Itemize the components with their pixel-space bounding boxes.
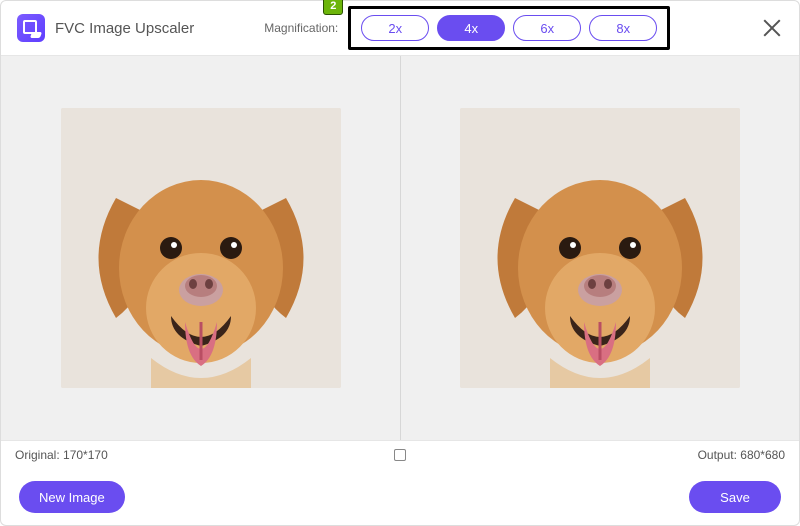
original-label: Original:: [15, 448, 60, 462]
output-size-label: Output: 680*680: [698, 448, 785, 462]
header-bar: FVC Image Upscaler Magnification: 2 2x 4…: [1, 1, 799, 55]
magnification-group: 2 2x 4x 6x 8x: [348, 6, 670, 50]
dog-image-icon: [460, 108, 740, 388]
dog-image-icon: [61, 108, 341, 388]
output-value: 680*680: [740, 448, 785, 462]
output-image: [460, 108, 740, 388]
original-image: [61, 108, 341, 388]
original-pane: [1, 56, 400, 440]
link-checkbox-icon[interactable]: [394, 449, 406, 461]
preview-area: [1, 55, 799, 441]
magnification-8x-button[interactable]: 8x: [589, 15, 657, 41]
magnification-4x-button[interactable]: 4x: [437, 15, 505, 41]
original-value: 170*170: [63, 448, 108, 462]
magnification-label: Magnification:: [264, 21, 338, 35]
info-bar: Original: 170*170 Output: 680*680: [1, 441, 799, 469]
magnification-6x-button[interactable]: 6x: [513, 15, 581, 41]
magnification-2x-button[interactable]: 2x: [361, 15, 429, 41]
app-logo-icon: [17, 14, 45, 42]
output-label: Output:: [698, 448, 737, 462]
save-button[interactable]: Save: [689, 481, 781, 513]
app-title: FVC Image Upscaler: [55, 20, 194, 37]
annotation-badge: 2: [323, 0, 343, 15]
footer-bar: New Image Save: [1, 469, 799, 525]
app-window: FVC Image Upscaler Magnification: 2 2x 4…: [0, 0, 800, 526]
close-icon[interactable]: [759, 15, 785, 41]
new-image-button[interactable]: New Image: [19, 481, 125, 513]
output-pane: [400, 56, 799, 440]
original-size-label: Original: 170*170: [15, 448, 108, 462]
